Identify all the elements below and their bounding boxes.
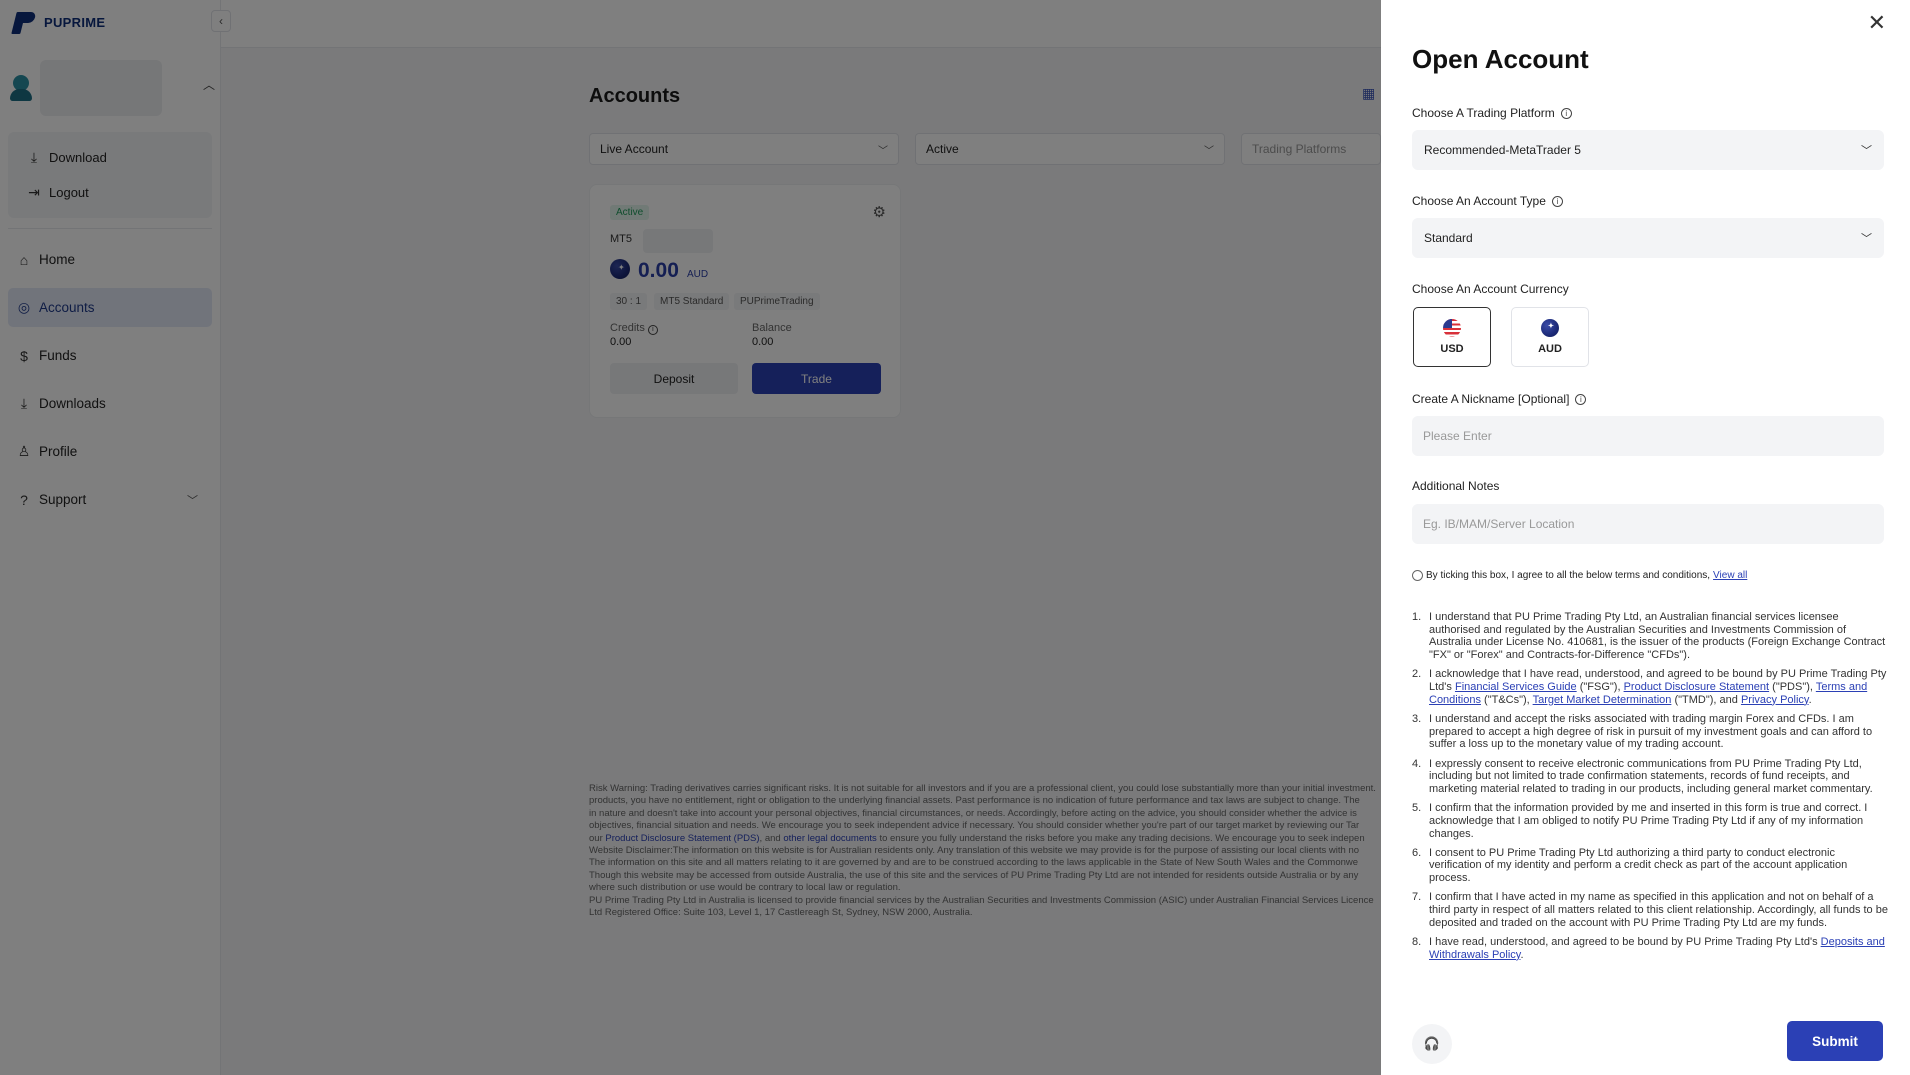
aud-flag-icon <box>1541 319 1559 337</box>
headset-icon[interactable]: 🎧 <box>1412 1024 1452 1064</box>
close-icon[interactable]: ✕ <box>1868 10 1886 36</box>
agree-checkbox[interactable] <box>1412 570 1423 581</box>
label-text: Choose An Account Type <box>1412 194 1546 208</box>
view-all-link[interactable]: View all <box>1713 570 1747 581</box>
drawer-title: Open Account <box>1412 44 1589 74</box>
info-icon[interactable]: i <box>1560 107 1572 119</box>
currency-field-label: Choose An Account Currency <box>1412 282 1569 296</box>
list-item: 6. I consent to PU Prime Trading Pty Ltd … <box>1412 846 1848 885</box>
tmd-link[interactable]: Target Market Determination <box>1533 694 1672 706</box>
label-text: Additional Notes <box>1412 479 1500 493</box>
terms-agreement: By ticking this box, I agree to all the … <box>1412 570 1747 581</box>
chevron-down-icon: ﹀ <box>1861 233 1872 245</box>
list-item: 2. I acknowledge that I have read, unders… <box>1412 668 1887 706</box>
modal-backdrop[interactable] <box>0 0 1381 1075</box>
open-account-drawer: ✕ Open Account Choose A Trading Platform… <box>1381 0 1910 1075</box>
agree-text: By ticking this box, I agree to all the … <box>1426 570 1711 581</box>
pds-link[interactable]: Product Disclosure Statement <box>1624 681 1770 693</box>
account-type-select[interactable]: Standard ﹀ <box>1412 218 1884 258</box>
list-item: 7. I confirm that I have acted in my name… <box>1412 891 1888 929</box>
list-item: 5. I confirm that the information provide… <box>1412 802 1868 840</box>
info-icon[interactable]: i <box>1575 393 1587 405</box>
currency-code: AUD <box>1538 343 1562 355</box>
select-value: Recommended-MetaTrader 5 <box>1424 143 1581 157</box>
nickname-input[interactable] <box>1412 416 1884 456</box>
label-text: Create A Nickname [Optional] <box>1412 392 1570 406</box>
currency-option-aud[interactable]: AUD <box>1511 307 1589 367</box>
terms-list: 1. I understand that PU Prime Trading Pty… <box>1412 611 1888 968</box>
info-icon[interactable]: i <box>1551 195 1563 207</box>
chevron-down-icon: ﹀ <box>1861 145 1872 157</box>
label-text: Choose An Account Currency <box>1412 282 1569 296</box>
notes-field-label: Additional Notes <box>1412 479 1499 493</box>
fsg-link[interactable]: Financial Services Guide <box>1455 681 1577 693</box>
list-item: 3. I understand and accept the risks asso… <box>1412 712 1873 751</box>
nickname-field-label: Create A Nickname [Optional] i <box>1412 392 1587 406</box>
trading-platform-select[interactable]: Recommended-MetaTrader 5 ﹀ <box>1412 130 1884 170</box>
additional-notes-input[interactable] <box>1412 504 1884 544</box>
list-item: 1. I understand that PU Prime Trading Pty… <box>1412 611 1886 662</box>
privacy-policy-link[interactable]: Privacy Policy <box>1741 694 1809 706</box>
currency-option-usd[interactable]: USD <box>1413 307 1491 367</box>
submit-button[interactable]: Submit <box>1787 1021 1883 1061</box>
select-value: Standard <box>1424 231 1473 245</box>
list-item: 4. I expressly consent to receive electro… <box>1412 757 1873 795</box>
usd-flag-icon <box>1443 319 1461 337</box>
account-type-field-label: Choose An Account Type i <box>1412 194 1563 208</box>
platform-field-label: Choose A Trading Platform i <box>1412 106 1572 120</box>
label-text: Choose A Trading Platform <box>1412 106 1555 120</box>
currency-code: USD <box>1440 343 1464 355</box>
list-item: 8. I have read, understood, and agreed to… <box>1412 935 1885 961</box>
